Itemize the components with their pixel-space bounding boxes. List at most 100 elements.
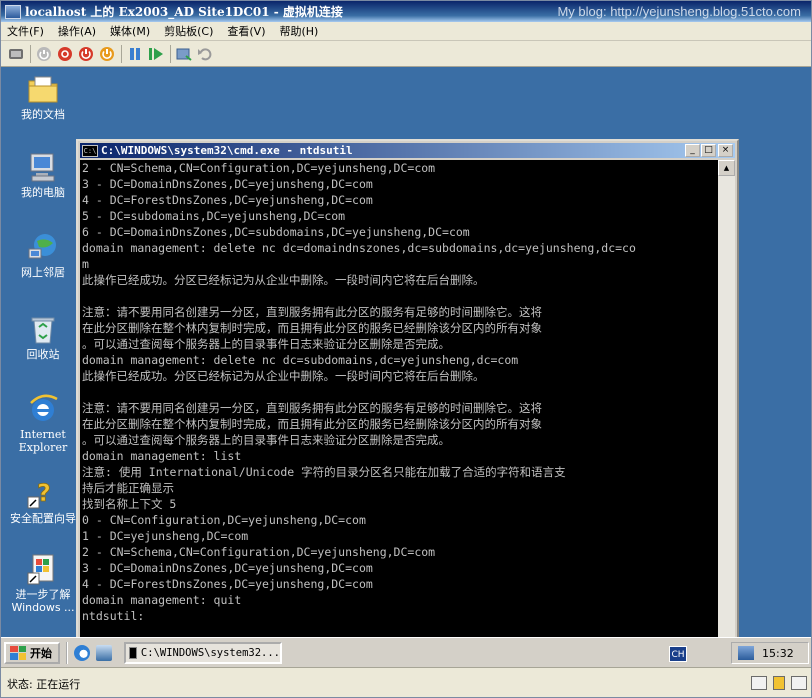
console-line: 注意: 使用 International/Unicode 字符的目录分区名只能在… (82, 465, 566, 479)
desktop-icon-label: 网上邻居 (21, 266, 65, 279)
guest-desktop: 我的文档 我的电脑 网上邻居 回收站 Internet Explorer ? 安… (1, 67, 811, 637)
snapshot-icon[interactable] (175, 45, 193, 63)
menu-help[interactable]: 帮助(H) (279, 23, 318, 39)
taskbar-button-cmd[interactable]: C:\WINDOWS\system32... (124, 641, 282, 664)
desktop-icon-internet-explorer[interactable]: Internet Explorer (5, 393, 81, 454)
menu-view[interactable]: 查看(V) (227, 23, 265, 39)
status-text: 状态: 正在运行 (7, 677, 81, 691)
internet-explorer-icon (27, 393, 59, 425)
resume-icon[interactable] (147, 45, 165, 63)
console-line: 1 - DC=yejunsheng,DC=com (82, 529, 249, 543)
desktop-icon-label: Internet Explorer (18, 428, 68, 454)
my-computer-icon (27, 151, 59, 183)
desktop-icon-label: 我的文档 (21, 108, 65, 121)
console-line: 此操作已经成功。分区已经标记为从企业中删除。一段时间内它将在后台删除。 (82, 369, 485, 383)
console-line: 找到名称上下文 5 (82, 497, 177, 511)
show-desktop-icon[interactable] (96, 644, 112, 661)
desktop-icon-label: 安全配置向导 (10, 512, 76, 525)
my-documents-icon (27, 73, 59, 105)
ctrl-alt-del-icon[interactable] (7, 45, 25, 63)
vm-connection-window: localhost 上的 Ex2003_AD Site1DC01 - 虚拟机连接… (0, 0, 812, 698)
blog-watermark: My blog: http://yejunsheng.blog.51cto.co… (557, 4, 801, 19)
keyboard-icon (751, 676, 767, 690)
console-line: 4 - DC=ForestDnsZones,DC=yejunsheng,DC=c… (82, 577, 373, 591)
vm-window-title: localhost 上的 Ex2003_AD Site1DC01 - 虚拟机连接 (25, 5, 343, 19)
desktop-icon-network-places[interactable]: 网上邻居 (5, 231, 81, 279)
menu-file[interactable]: 文件(F) (7, 23, 44, 39)
quick-launch (66, 641, 118, 664)
console-line: 3 - DC=DomainDnsZones,DC=yejunsheng,DC=c… (82, 177, 373, 191)
start-icon[interactable] (35, 45, 53, 63)
console-line: 3 - DC=DomainDnsZones,DC=yejunsheng,DC=c… (82, 561, 373, 575)
console-line: 注意：请不要用同名创建另一分区，直到服务拥有此分区的服务有足够的时间删除它。这将 (82, 401, 542, 415)
recycle-bin-icon (27, 313, 59, 345)
desktop-icon-label: 回收站 (26, 348, 60, 361)
revert-icon[interactable] (196, 45, 214, 63)
system-tray: 15:32 (731, 642, 809, 664)
console-line: 注意：请不要用同名创建另一分区，直到服务拥有此分区的服务有足够的时间删除它。这将 (82, 305, 542, 319)
close-button[interactable]: × (718, 144, 733, 157)
start-button[interactable]: 开始 (4, 641, 60, 664)
console-line: 在此分区删除在整个林内复制时完成，而且拥有此分区的服务已经删除该分区内的所有对象 (82, 417, 542, 431)
cmd-title-bar[interactable]: C:\ C:\WINDOWS\system32\cmd.exe - ntdsut… (80, 143, 735, 158)
maximize-button[interactable]: □ (701, 144, 716, 157)
ime-indicator[interactable]: CH (669, 646, 687, 662)
toolbar-separator (30, 44, 31, 63)
desktop-icon-security-wizard[interactable]: ? 安全配置向导 (5, 477, 81, 525)
console-line: domain management: quit (82, 593, 242, 607)
network-places-icon (27, 231, 59, 263)
console-line: ntdsutil: (82, 609, 145, 623)
taskbar-button-label: C:\WINDOWS\system32... (140, 646, 280, 659)
cmd-app-icon (129, 646, 137, 659)
console-line: 。可以通过查阅每个服务器上的目录事件日志来验证分区删除是否完成。 (82, 337, 450, 351)
console-line: 此操作已经成功。分区已经标记为从企业中删除。一段时间内它将在后台删除。 (82, 273, 485, 287)
desktop-icon-my-computer[interactable]: 我的电脑 (5, 151, 81, 199)
console-line: 6 - DC=DomainDnsZones,DC=subdomains,DC=y… (82, 225, 470, 239)
console-line: m (82, 257, 89, 271)
console-line: 持后才能正确显示 (82, 481, 174, 495)
console-line: 0 - CN=Configuration,DC=yejunsheng,DC=co… (82, 513, 366, 527)
console-output[interactable]: 2 - CN=Schema,CN=Configuration,DC=yejuns… (80, 160, 718, 637)
scroll-up-arrow-icon[interactable]: ▲ (718, 160, 735, 176)
minimize-button[interactable]: _ (685, 144, 700, 157)
desktop-icon-label: 进一步了解 Windows ... (11, 588, 75, 614)
console-line: 2 - CN=Schema,CN=Configuration,DC=yejuns… (82, 161, 436, 175)
toolbar-separator (170, 44, 171, 63)
start-label: 开始 (30, 646, 52, 660)
desktop-icon-my-documents[interactable]: 我的文档 (5, 73, 81, 121)
desktop-icon-recycle-bin[interactable]: 回收站 (5, 313, 81, 361)
console-line: domain management: delete nc dc=subdomai… (82, 353, 519, 367)
menu-media[interactable]: 媒体(M) (110, 23, 150, 39)
menu-clipboard[interactable]: 剪贴板(C) (164, 23, 213, 39)
cmd-app-icon: C:\ (82, 144, 98, 157)
menu-action[interactable]: 操作(A) (58, 23, 96, 39)
console-line: 5 - DC=subdomains,DC=yejunsheng,DC=com (82, 209, 346, 223)
pause-icon[interactable] (126, 45, 144, 63)
lock-icon (773, 676, 785, 690)
turn-off-icon[interactable] (56, 45, 74, 63)
cmd-window: C:\ C:\WINDOWS\system32\cmd.exe - ntdsut… (76, 139, 739, 637)
console-line: domain management: delete nc dc=domaindn… (82, 241, 636, 255)
toolbar-separator (121, 44, 122, 63)
vertical-scrollbar[interactable]: ▲ (718, 160, 735, 637)
console-line: 4 - DC=ForestDnsZones,DC=yejunsheng,DC=c… (82, 193, 373, 207)
console-line: 在此分区删除在整个林内复制时完成，而且拥有此分区的服务已经删除该分区内的所有对象 (82, 321, 542, 335)
console-line: 2 - CN=Schema,CN=Configuration,DC=yejuns… (82, 545, 436, 559)
mouse-icon (791, 676, 807, 690)
vm-toolbar (1, 41, 811, 67)
vm-app-icon (5, 4, 21, 19)
vm-status-bar: 状态: 正在运行 (1, 667, 811, 697)
desktop-icon-learn-windows[interactable]: 进一步了解 Windows ... (5, 553, 81, 614)
shut-down-icon[interactable] (77, 45, 95, 63)
console-line: domain management: list (82, 449, 242, 463)
cmd-window-title: C:\WINDOWS\system32\cmd.exe - ntdsutil (101, 144, 353, 157)
console-line: 。可以通过查阅每个服务器上的目录事件日志来验证分区删除是否完成。 (82, 433, 450, 447)
save-icon[interactable] (98, 45, 116, 63)
internet-explorer-icon[interactable] (74, 644, 90, 661)
status-icons (745, 676, 807, 690)
clock[interactable]: 15:32 (762, 647, 794, 660)
vm-title-bar[interactable]: localhost 上的 Ex2003_AD Site1DC01 - 虚拟机连接… (1, 1, 811, 22)
network-connection-icon[interactable] (738, 646, 754, 660)
